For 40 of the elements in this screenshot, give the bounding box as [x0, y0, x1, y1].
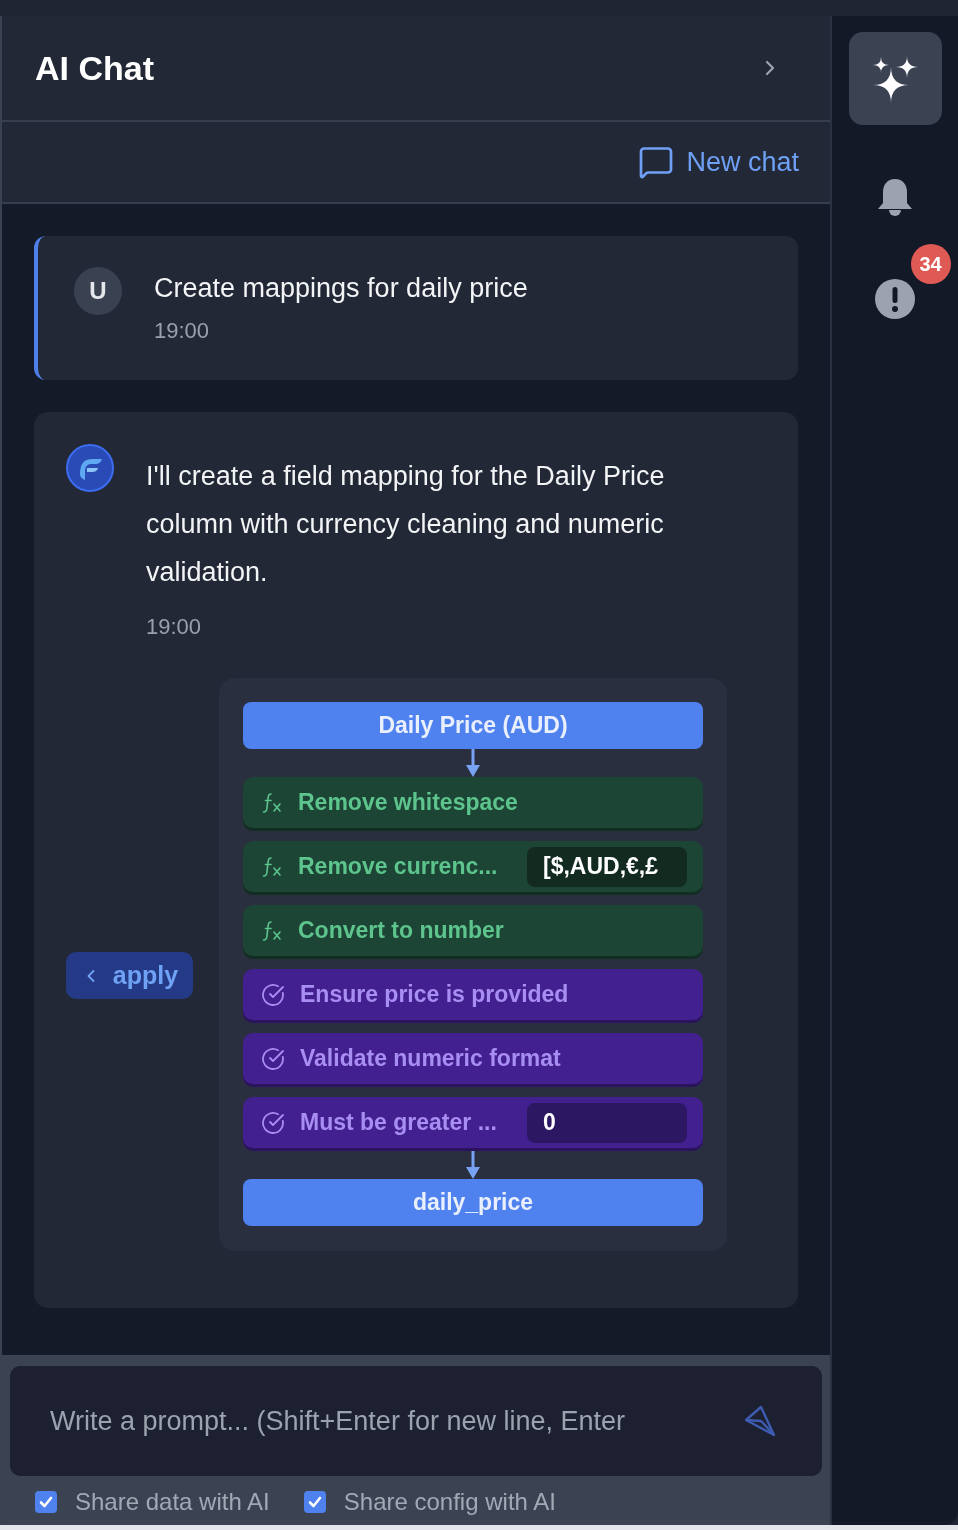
parameter-field[interactable]: 0	[527, 1102, 687, 1143]
chat-bubble-icon	[638, 144, 675, 180]
logo-icon	[66, 444, 114, 492]
user-avatar: U	[74, 267, 122, 315]
function-icon	[261, 791, 283, 814]
message-text: I'll create a field mapping for the Daily Price column with currency cleaning and numeric validation.	[146, 460, 666, 589]
function-icon	[261, 919, 283, 942]
step-label: Remove whitespace	[298, 789, 519, 816]
connector-arrow	[466, 749, 480, 777]
parameter-field[interactable]: [$,AUD,€,£	[527, 846, 687, 887]
checkmark-icon	[38, 1494, 54, 1510]
step-label: Remove currenc...	[298, 853, 499, 880]
target-field-node: daily_price	[243, 1179, 703, 1226]
checkbox-label[interactable]: Share data with AI	[75, 1488, 270, 1516]
step-label: Convert to number	[298, 917, 505, 944]
count-badge: 34	[910, 244, 951, 284]
step-label: Must be greater ...	[300, 1109, 498, 1136]
message-time: 19:00	[146, 613, 203, 641]
step-label: Validate numeric format	[300, 1045, 562, 1072]
connector-arrow	[466, 1151, 480, 1179]
alert-icon	[875, 279, 915, 319]
source-field-node: Daily Price (AUD)	[243, 702, 703, 749]
check-circle-icon	[261, 982, 285, 1007]
send-icon	[744, 1405, 776, 1437]
message-time: 19:00	[154, 317, 211, 345]
assistant-rail-button[interactable]	[848, 32, 942, 125]
checkbox-label[interactable]: Share config with AI	[343, 1488, 556, 1516]
bell-icon	[877, 179, 913, 217]
panel-title: AI Chat	[35, 48, 154, 88]
new-chat-button[interactable]: New chat	[638, 144, 799, 180]
prompt-field[interactable]: Write a prompt... (Shift+Enter for new line, Enter	[10, 1366, 822, 1476]
checkbox[interactable]	[35, 1491, 57, 1513]
message-text: Create mappings for daily price	[154, 272, 528, 305]
apply-button[interactable]: apply	[66, 952, 193, 999]
checkmark-icon	[306, 1494, 323, 1510]
step-label: Ensure price is provided	[300, 981, 570, 1008]
check-circle-icon	[261, 1110, 285, 1135]
function-icon	[261, 855, 283, 878]
checkbox[interactable]	[303, 1491, 326, 1513]
check-circle-icon	[261, 1046, 285, 1071]
